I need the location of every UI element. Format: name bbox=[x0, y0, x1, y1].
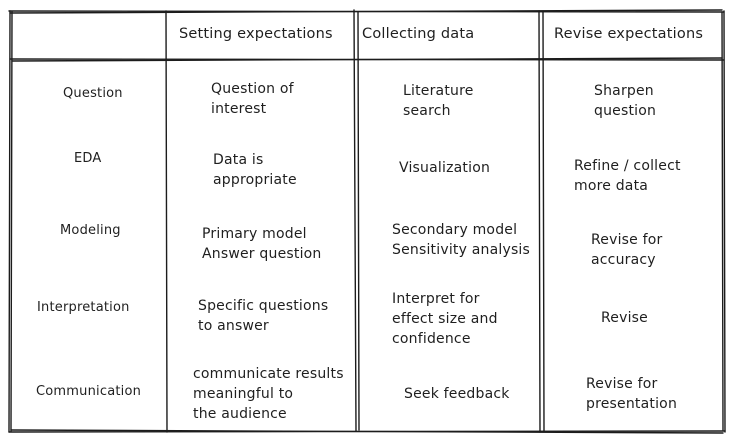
cell-communication-revise: Revise for presentation bbox=[586, 376, 678, 412]
table-left-border bbox=[8, 10, 11, 433]
col-divider-1 bbox=[165, 10, 168, 433]
header-collecting-data: Collecting data bbox=[362, 26, 475, 42]
cell-eda-collecting: Visualization bbox=[399, 160, 491, 176]
cell-modeling-collecting: Secondary model Sensitivity analysis bbox=[392, 222, 531, 258]
cell-eda-setting: Data is appropriate bbox=[213, 152, 297, 188]
cell-eda-revise: Refine / collect more data bbox=[574, 158, 681, 194]
cell-modeling-setting: Primary model Answer question bbox=[202, 226, 322, 262]
row-label-modeling: Modeling bbox=[60, 223, 121, 238]
col-divider-2b bbox=[357, 11, 360, 431]
header-revise-expectations: Revise expectations bbox=[554, 26, 704, 42]
row-label-question: Question bbox=[63, 86, 123, 101]
cell-communication-setting: communicate results meaningful to the au… bbox=[193, 366, 344, 422]
cell-question-collecting: Literature search bbox=[403, 83, 474, 119]
table-right-border bbox=[723, 10, 726, 433]
cell-question-setting: Question of interest bbox=[211, 81, 294, 117]
row-label-communication: Communication bbox=[36, 384, 142, 399]
cell-question-revise: Sharpen question bbox=[594, 83, 657, 119]
header-setting-expectations: Setting expectations bbox=[179, 26, 333, 42]
cell-communication-collecting: Seek feedback bbox=[404, 386, 510, 402]
cell-interpretation-setting: Specific questions to answer bbox=[198, 298, 329, 334]
row-label-interpretation: Interpretation bbox=[37, 300, 130, 315]
cell-interpretation-collecting: Interpret for effect size and confidence bbox=[392, 291, 498, 347]
col-divider-2a bbox=[353, 9, 357, 432]
cell-interpretation-revise: Revise bbox=[601, 310, 648, 326]
col-divider-3b bbox=[542, 11, 545, 432]
col-divider-3a bbox=[538, 10, 541, 433]
cell-modeling-revise: Revise for accuracy bbox=[591, 232, 663, 268]
row-label-eda: EDA bbox=[74, 151, 102, 166]
